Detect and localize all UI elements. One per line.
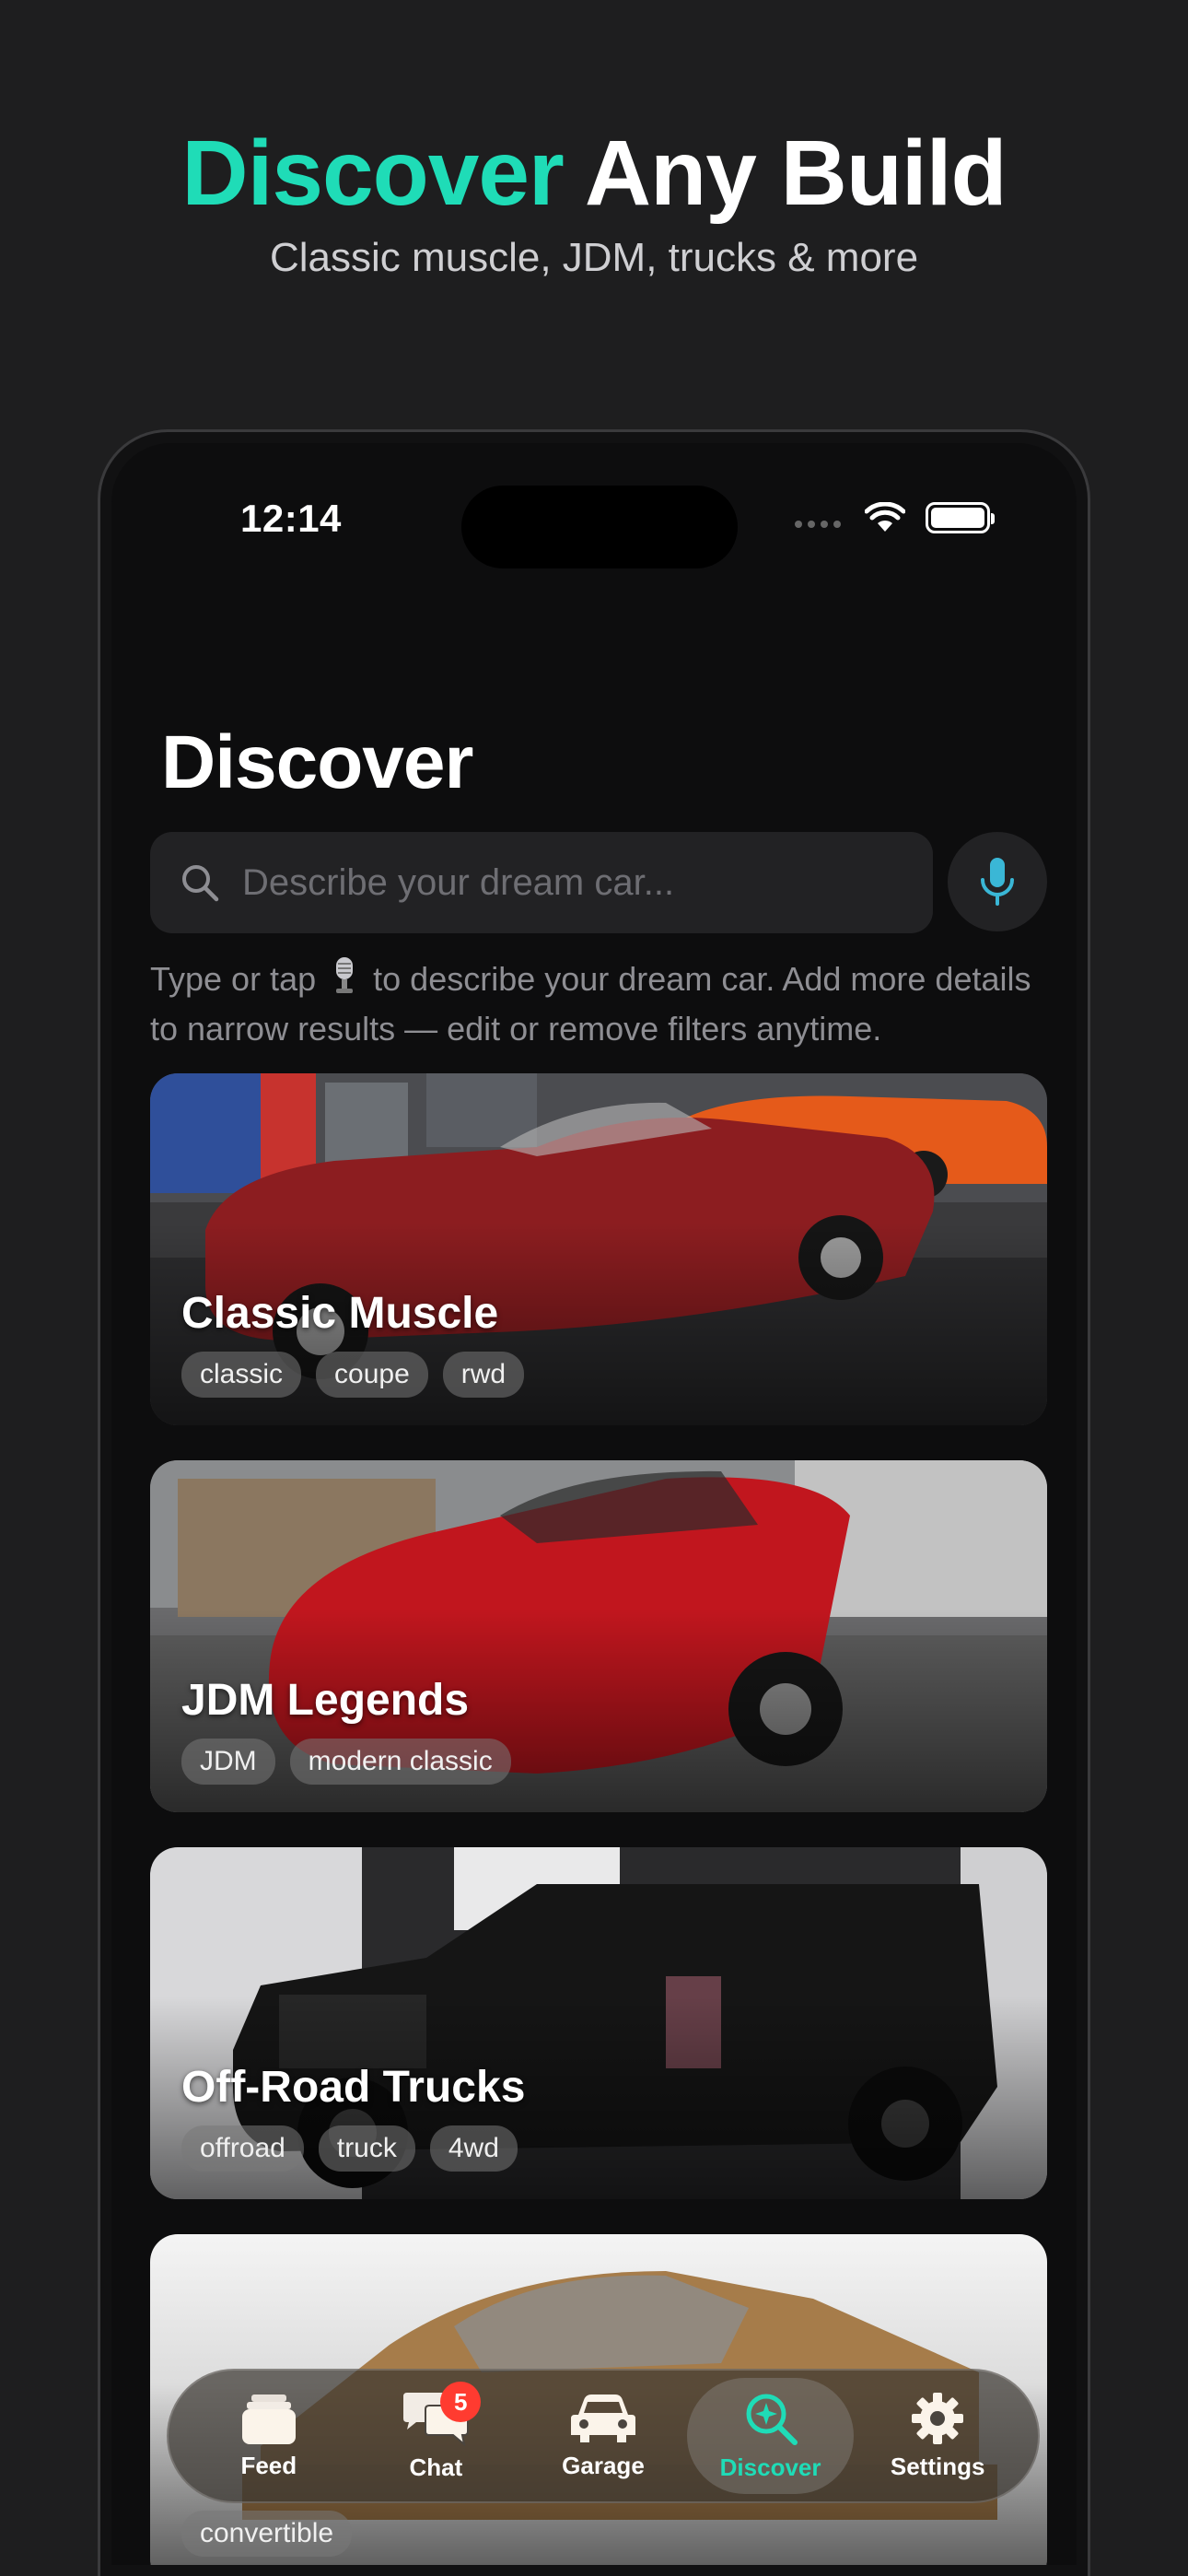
hint-text-before: Type or tap bbox=[150, 960, 317, 998]
card-tags: convertible bbox=[181, 2511, 353, 2557]
tab-label: Garage bbox=[562, 2451, 645, 2479]
card-tags: classic coupe rwd bbox=[181, 1352, 525, 1398]
phone-frame: 12:14 Discover Describe your dream car..… bbox=[98, 429, 1090, 2576]
cellular-signal-icon bbox=[795, 521, 841, 528]
mic-button[interactable] bbox=[948, 832, 1047, 931]
dynamic-island bbox=[461, 486, 738, 568]
tab-label: Chat bbox=[409, 2453, 463, 2481]
discover-icon bbox=[746, 2394, 798, 2445]
promo-title-accent: Discover bbox=[181, 122, 564, 225]
search-input[interactable] bbox=[242, 861, 905, 904]
studio-microphone-icon bbox=[331, 955, 358, 1007]
tag-chip[interactable]: classic bbox=[181, 1352, 302, 1398]
tag-chip[interactable]: convertible bbox=[181, 2511, 353, 2557]
tag-chip[interactable]: offroad bbox=[181, 2125, 304, 2172]
battery-icon bbox=[926, 502, 995, 533]
wifi-icon bbox=[865, 502, 905, 532]
tag-chip[interactable]: modern classic bbox=[289, 1739, 511, 1785]
car-icon bbox=[570, 2394, 635, 2442]
feed-icon bbox=[241, 2394, 296, 2444]
card-title: JDM Legends bbox=[181, 1676, 470, 1725]
category-card-jdm-legends[interactable]: JDM Legends JDM modern classic bbox=[150, 1460, 1047, 1812]
tag-chip[interactable]: 4wd bbox=[429, 2125, 518, 2172]
card-title: Off-Road Trucks bbox=[181, 2063, 526, 2112]
status-time: 12:14 bbox=[240, 497, 342, 540]
card-title: Classic Muscle bbox=[181, 1289, 499, 1338]
promo-title-rest: Any Build bbox=[563, 122, 1007, 225]
tab-garage[interactable]: Garage bbox=[519, 2378, 687, 2494]
tab-discover[interactable]: Discover bbox=[686, 2378, 855, 2494]
app-screen: 12:14 Discover Describe your dream car..… bbox=[111, 443, 1077, 2565]
tab-settings[interactable]: Settings bbox=[854, 2378, 1021, 2494]
category-card-off-road-trucks[interactable]: Off-Road Trucks offroad truck 4wd bbox=[150, 1847, 1047, 2199]
search-icon bbox=[182, 865, 219, 902]
tab-label: Feed bbox=[240, 2451, 297, 2479]
tab-feed[interactable]: Feed bbox=[185, 2378, 353, 2494]
tab-label: Discover bbox=[719, 2453, 821, 2481]
search-hint: Type or tap to describe your dream car. … bbox=[150, 955, 1053, 1051]
status-icons bbox=[795, 502, 995, 533]
search-box[interactable] bbox=[150, 832, 933, 933]
tag-chip[interactable]: truck bbox=[318, 2125, 415, 2172]
promo-title: Discover Any Build bbox=[0, 118, 1188, 228]
page-title: Discover bbox=[161, 720, 473, 804]
tab-chat[interactable]: 5 Chat bbox=[353, 2378, 520, 2494]
card-tags: JDM modern classic bbox=[181, 1739, 511, 1785]
microphone-icon bbox=[981, 858, 1014, 906]
tab-label: Settings bbox=[890, 2452, 985, 2480]
tag-chip[interactable]: coupe bbox=[316, 1352, 428, 1398]
category-card-classic-muscle[interactable]: Classic Muscle classic coupe rwd bbox=[150, 1073, 1047, 1425]
chat-badge: 5 bbox=[440, 2382, 482, 2422]
tag-chip[interactable]: JDM bbox=[181, 1739, 275, 1785]
tag-chip[interactable]: rwd bbox=[442, 1352, 525, 1398]
tab-bar: Feed 5 Chat Garage Discover Settings bbox=[167, 2369, 1040, 2503]
gear-icon bbox=[912, 2392, 964, 2444]
card-tags: offroad truck 4wd bbox=[181, 2125, 518, 2172]
promo-subtitle: Classic muscle, JDM, trucks & more bbox=[269, 235, 919, 280]
